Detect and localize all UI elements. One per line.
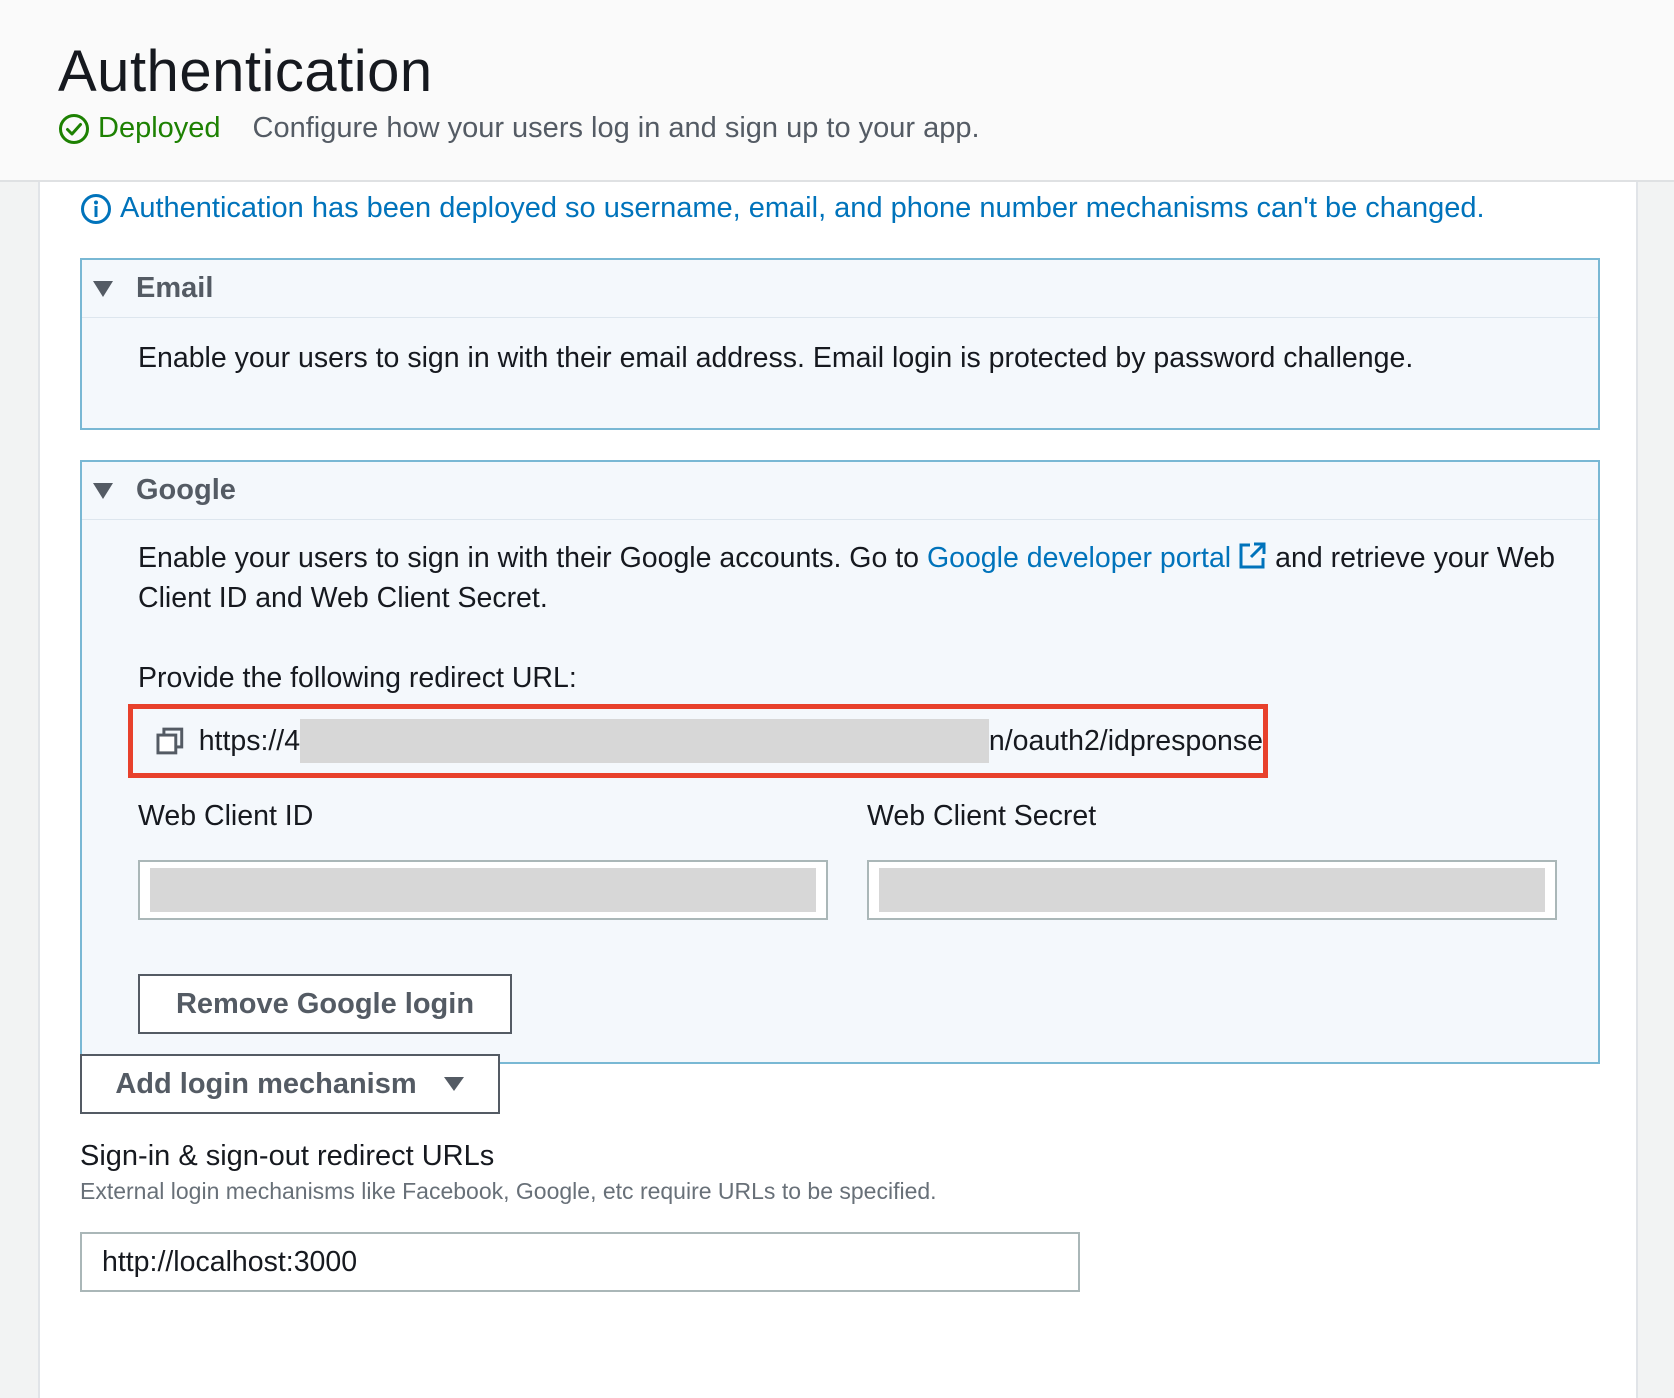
info-icon <box>81 193 111 224</box>
page-description: Configure how your users log in and sign… <box>252 112 980 144</box>
caret-down-icon <box>93 482 113 499</box>
main-content: Authentication has been deployed so user… <box>38 182 1638 1398</box>
google-panel-header[interactable]: Google <box>82 462 1598 520</box>
redirect-url-box: https://4 n/oauth2/idpresponse <box>128 704 1268 778</box>
page-header: Authentication Deployed Configure how yo… <box>0 0 1674 182</box>
copy-icon[interactable] <box>155 726 185 756</box>
web-client-secret-label: Web Client Secret <box>867 800 1097 832</box>
redacted-block <box>150 868 816 912</box>
redirect-url-label: Provide the following redirect URL: <box>138 662 577 694</box>
external-link-icon[interactable] <box>1237 541 1267 571</box>
email-panel-header[interactable]: Email <box>82 260 1598 318</box>
google-panel: Google Enable your users to sign in with… <box>80 460 1600 1064</box>
caret-down-icon <box>443 1077 464 1091</box>
redirect-url-start: https://4 <box>198 724 301 757</box>
redirect-urls-description: External login mechanisms like Facebook,… <box>80 1178 937 1204</box>
redirect-urls-title: Sign-in & sign-out redirect URLs <box>80 1140 495 1172</box>
google-text-before: Enable your users to sign in with their … <box>138 542 927 574</box>
page-title: Authentication <box>58 39 433 104</box>
web-client-id-field[interactable] <box>138 860 828 920</box>
redacted-block <box>879 868 1545 912</box>
web-client-id-label: Web Client ID <box>138 800 314 832</box>
web-client-secret-field[interactable] <box>867 860 1557 920</box>
google-developer-portal-link[interactable]: Google developer portal <box>927 542 1231 574</box>
add-login-mechanism-label: Add login mechanism <box>115 1067 417 1100</box>
email-panel: Email Enable your users to sign in with … <box>80 258 1600 430</box>
caret-down-icon <box>93 280 113 297</box>
redirect-url-input[interactable]: http://localhost:3000 <box>80 1232 1080 1292</box>
google-panel-text: Enable your users to sign in with their … <box>82 520 1598 618</box>
remove-google-login-button[interactable]: Remove Google login <box>138 974 512 1034</box>
check-circle-icon <box>59 113 89 144</box>
status-badge: Deployed <box>98 112 221 144</box>
info-notice-text: Authentication has been deployed so user… <box>120 192 1485 224</box>
redirect-url-value: http://localhost:3000 <box>102 1245 358 1278</box>
google-panel-title: Google <box>136 474 236 506</box>
redacted-block <box>300 719 989 763</box>
email-panel-title: Email <box>136 272 214 304</box>
status-row: Deployed Configure how your users log in… <box>58 112 980 145</box>
email-panel-text: Enable your users to sign in with their … <box>138 342 1414 374</box>
add-login-mechanism-button[interactable]: Add login mechanism <box>80 1054 500 1114</box>
info-notice: Authentication has been deployed so user… <box>80 192 1485 225</box>
redirect-url-end: n/oauth2/idpresponse <box>988 724 1263 757</box>
